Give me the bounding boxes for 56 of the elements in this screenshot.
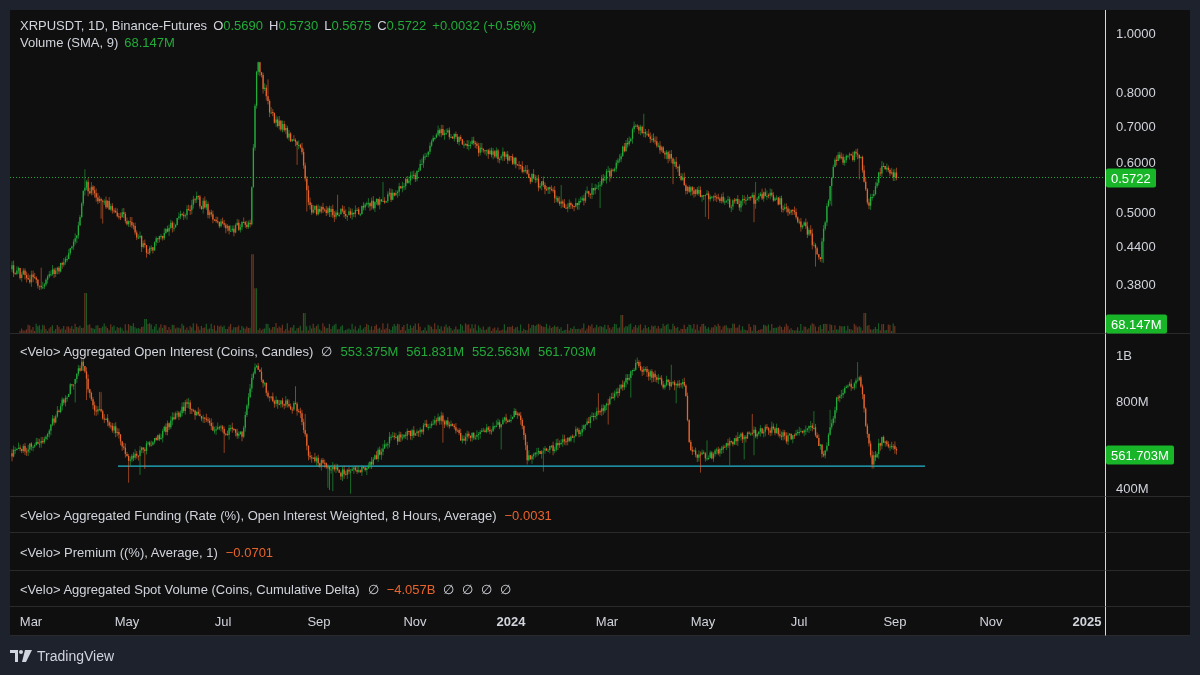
oi-tick: 400M xyxy=(1116,480,1149,496)
logo-icon xyxy=(10,649,32,662)
indicator-value: 561.703M xyxy=(537,344,596,359)
brand-name: TradingView xyxy=(37,647,115,664)
ohlc-value: 0.5675 xyxy=(331,18,372,33)
oi-tick: 1B xyxy=(1116,347,1132,363)
ohlc-value: 0.5730 xyxy=(278,18,319,33)
indicator-title: <Velo> Premium ((%), Average, 1) xyxy=(20,544,218,559)
oi-tick: 800M xyxy=(1116,393,1149,409)
indicator-value: ∅ xyxy=(443,581,455,596)
volume-badge: 68.147M xyxy=(1106,314,1167,334)
ohlc-label: C xyxy=(377,18,387,33)
time-label: Jul xyxy=(213,613,233,629)
price-tick: 0.8000 xyxy=(1116,84,1156,100)
time-label: Mar xyxy=(594,613,620,629)
last-price-badge: 0.5722 xyxy=(1106,168,1156,188)
indicator-value: ∅ xyxy=(500,581,512,596)
indicator-value: 552.563M xyxy=(472,344,530,359)
ohlc-label: O xyxy=(213,18,224,33)
price-change: +0.0032 (+0.56%) xyxy=(432,18,537,33)
time-label: Sep xyxy=(882,613,908,629)
price-tick: 1.0000 xyxy=(1116,25,1156,41)
oi-badge: 561.703M xyxy=(1106,445,1174,465)
price-tick: 0.6000 xyxy=(1116,154,1156,170)
price-tick: 0.7000 xyxy=(1116,118,1156,134)
indicator-value: 561.831M xyxy=(406,344,465,359)
symbol-title: XRPUSDT, 1D, Binance-Futures xyxy=(20,18,208,33)
ohlc-label: L xyxy=(324,18,332,33)
indicator-value: −0.0701 xyxy=(225,544,274,559)
time-label: Sep xyxy=(306,613,332,629)
time-label: May xyxy=(689,613,717,629)
ohlc-label: H xyxy=(269,18,279,33)
indicator-value: −0.0031 xyxy=(504,507,552,522)
price-tick: 0.5000 xyxy=(1116,204,1156,220)
indicator-value: ∅ xyxy=(367,581,379,596)
ohlc-value: 0.5722 xyxy=(386,18,427,33)
time-label: 2025 xyxy=(1071,613,1103,629)
indicator-value: ∅ xyxy=(481,581,493,596)
price-tick: 0.3800 xyxy=(1116,276,1156,292)
time-label: Jul xyxy=(789,613,809,629)
time-label: Nov xyxy=(402,613,428,629)
indicator-title: <Velo> Aggregated Funding (Rate (%), Open Interest Weighted, 8 Hours, Average) xyxy=(20,507,497,522)
time-label: Nov xyxy=(978,613,1004,629)
indicator-title: <Velo> Aggregated Open Interest (Coins, Candles) xyxy=(20,344,314,359)
indicator-value: ∅ xyxy=(321,344,333,359)
time-label: May xyxy=(113,613,141,629)
indicator-value: ∅ xyxy=(462,581,474,596)
volume-value: 68.147M xyxy=(124,35,175,50)
ohlc-value: 0.5690 xyxy=(223,18,263,33)
time-label: Mar xyxy=(18,613,44,629)
time-label: 2024 xyxy=(495,613,527,629)
indicator-value: 553.375M xyxy=(340,344,399,359)
indicator-title: <Velo> Aggregated Spot Volume (Coins, Cumulative Delta) xyxy=(20,581,360,596)
price-tick: 0.4400 xyxy=(1116,238,1156,254)
indicator-value: −4.057B xyxy=(386,581,436,596)
volume-label: Volume (SMA, 9) xyxy=(20,35,119,50)
